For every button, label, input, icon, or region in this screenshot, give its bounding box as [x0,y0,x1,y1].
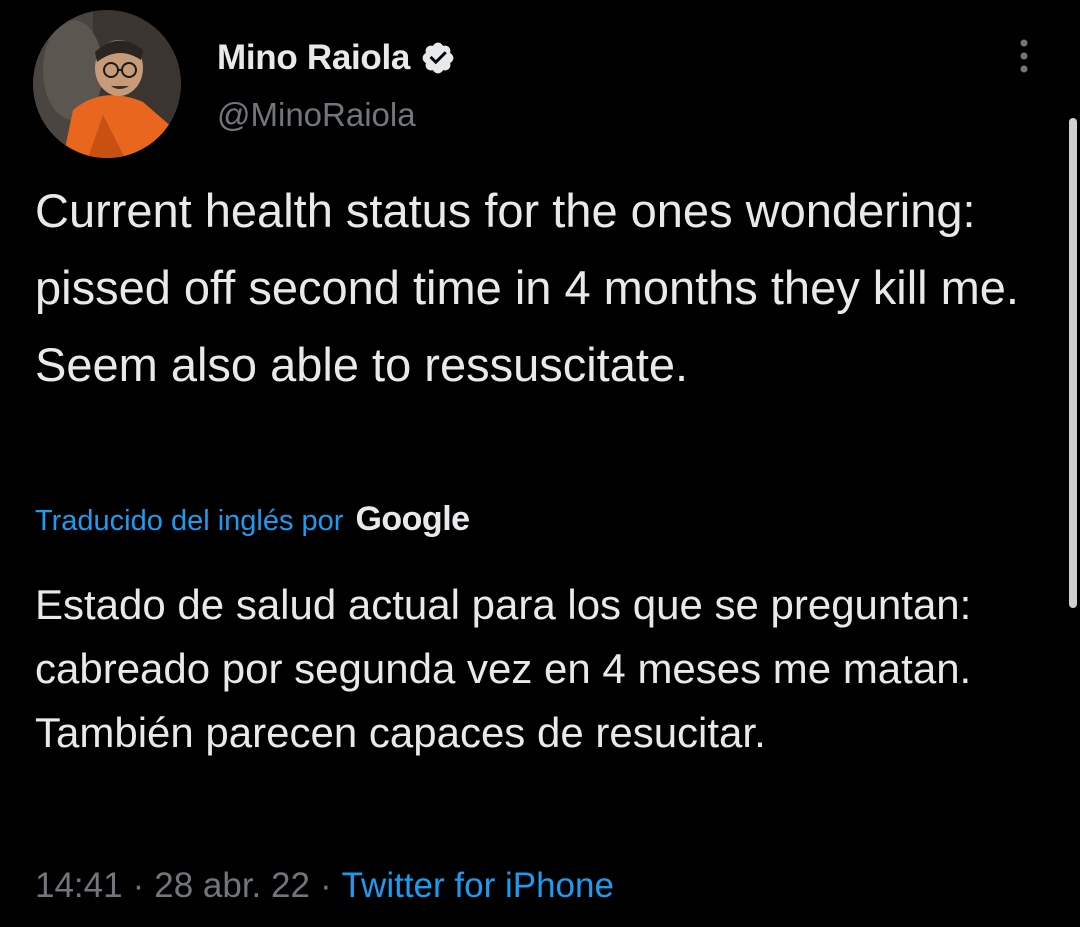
author-name-row[interactable]: Mino Raiola [217,36,456,80]
author-display-name[interactable]: Mino Raiola [217,38,410,78]
tweet-metadata: 14:41 · 28 abr. 22 · Twitter for iPhone [35,866,614,906]
translation-attribution[interactable]: Traducido del inglés por Google [35,500,470,550]
tweet: Mino Raiola @MinoRaiola Current health s… [0,0,1080,927]
verified-badge-icon [420,40,456,76]
meta-separator: · [319,866,332,905]
meta-separator: · [132,866,145,905]
avatar[interactable] [33,10,181,158]
tweet-time[interactable]: 14:41 [35,866,123,906]
author-handle[interactable]: @MinoRaiola [217,96,416,134]
translated-text: Estado de salud actual para los que se p… [35,581,972,756]
tweet-text: Current health status for the ones wonde… [35,184,1019,391]
translated-by-label[interactable]: Traducido del inglés por [35,505,343,538]
tweet-date[interactable]: 28 abr. 22 [154,866,310,906]
avatar-image [33,10,181,158]
tweet-source-link[interactable]: Twitter for iPhone [342,866,614,906]
google-logo: Google [355,500,470,538]
more-options-icon[interactable] [1006,36,1042,76]
scrollbar[interactable] [1069,118,1077,608]
